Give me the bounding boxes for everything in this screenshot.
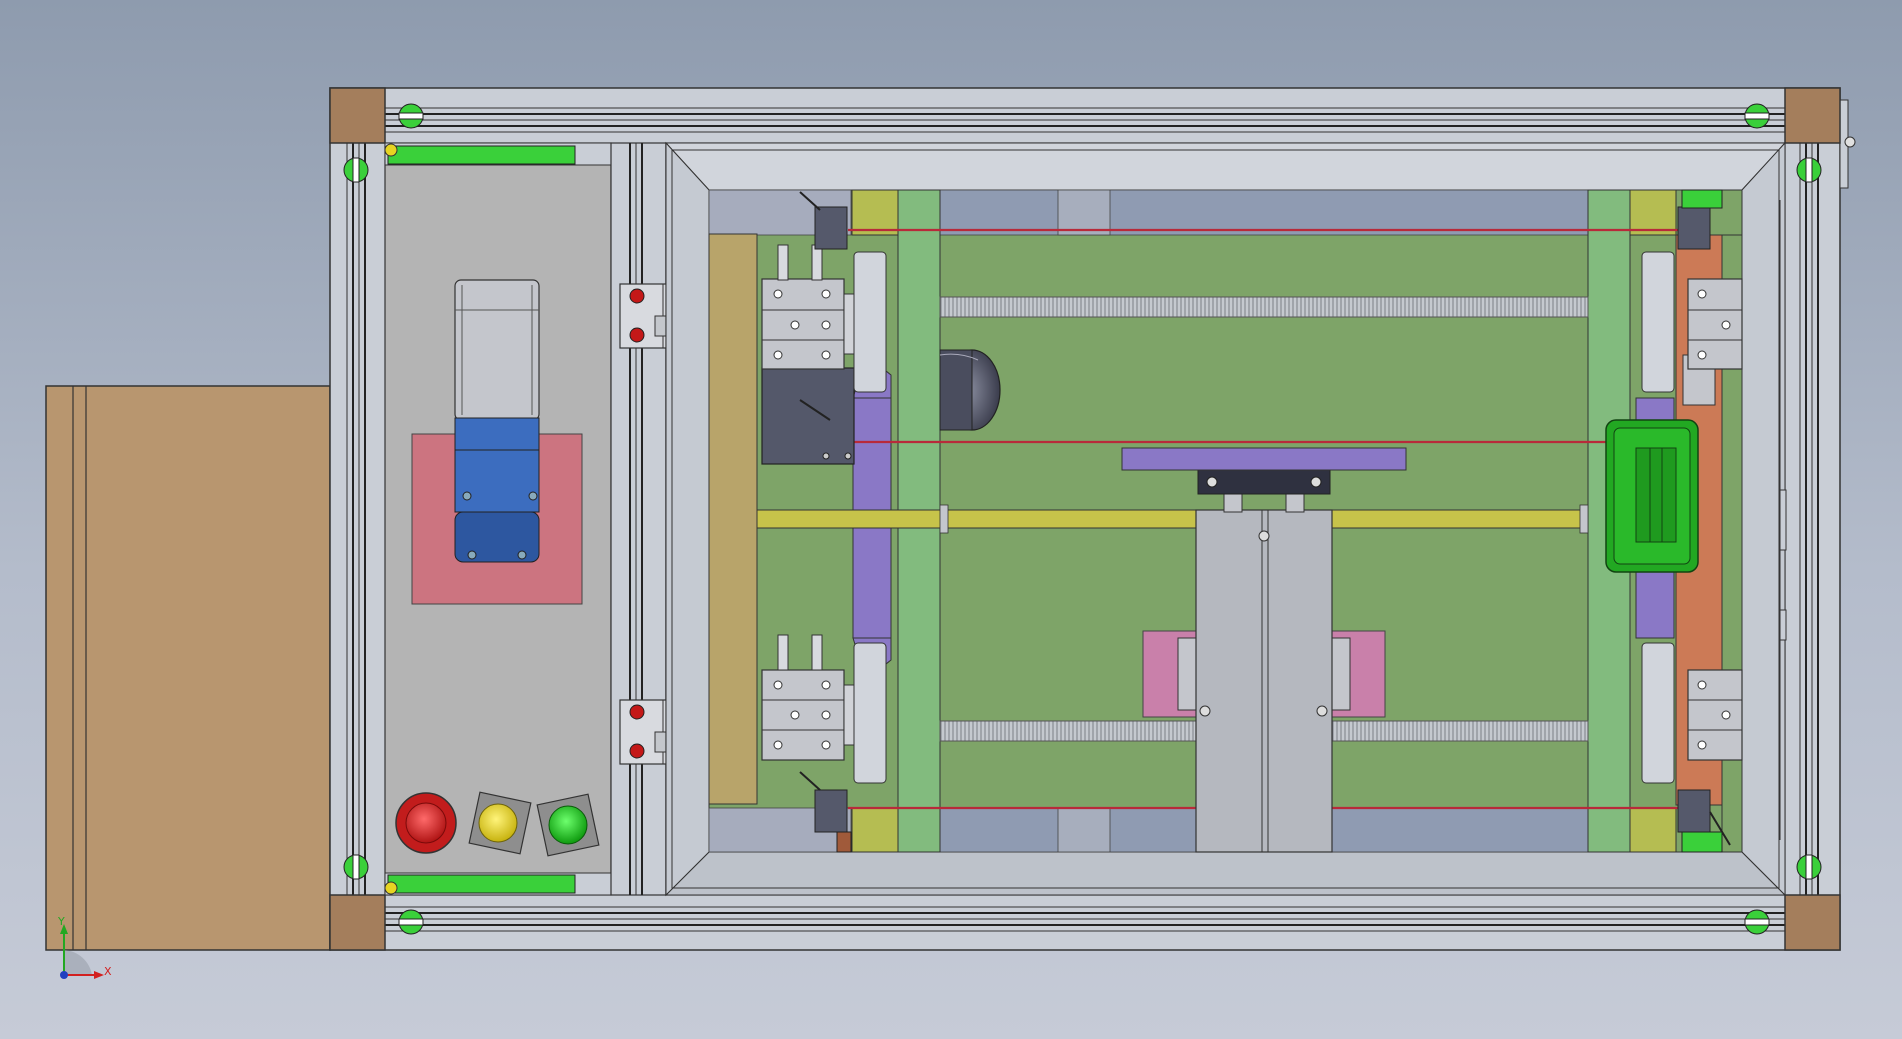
left-gearbox[interactable]	[761, 367, 855, 465]
estop-icon	[405, 802, 447, 844]
axis-x-label: X	[104, 965, 112, 978]
green-button[interactable]	[536, 793, 600, 857]
yellow-button[interactable]	[468, 791, 532, 855]
servo-motor[interactable]	[454, 279, 540, 563]
middle-profile	[610, 142, 667, 896]
feed-roller[interactable]	[939, 349, 1001, 431]
cad-viewport[interactable]: X Y	[0, 0, 1902, 1039]
lead-screw-top	[939, 296, 1589, 318]
side-cabinet[interactable]	[45, 385, 331, 951]
green-button-icon	[548, 805, 588, 845]
estop-button[interactable]	[395, 792, 457, 854]
cad-drawing[interactable]: X Y	[0, 0, 1902, 1039]
horizontal-shaft	[756, 509, 1589, 529]
left-olive-plate	[708, 233, 758, 805]
green-junction-box[interactable]	[1605, 419, 1699, 573]
yellow-button-icon	[478, 803, 518, 843]
axis-y-label: Y	[57, 915, 65, 928]
